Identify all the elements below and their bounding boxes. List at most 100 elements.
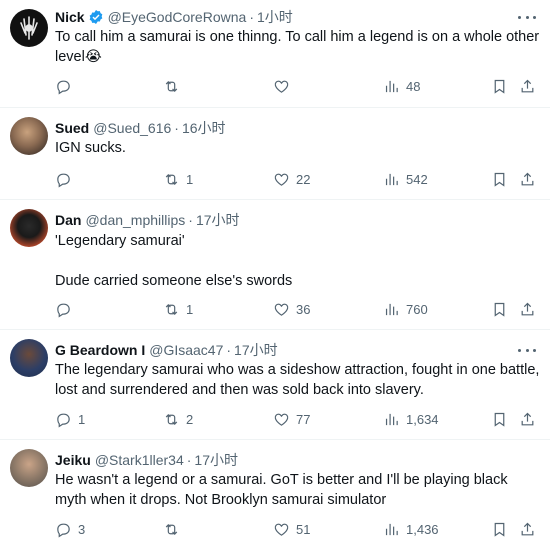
reply-icon <box>55 411 72 428</box>
reply-button[interactable] <box>55 299 78 319</box>
heart-icon <box>273 301 290 318</box>
like-button[interactable]: 77 <box>273 409 310 429</box>
tweet[interactable]: Sued @Sued_616 · 16小时 IGN sucks. 1 22 54… <box>0 108 550 200</box>
verified-badge-icon <box>89 10 102 24</box>
avatar[interactable] <box>10 117 48 155</box>
retweet-icon <box>163 521 180 538</box>
retweet-count: 1 <box>186 171 194 187</box>
like-button[interactable]: 51 <box>273 519 310 539</box>
views-button[interactable]: 1,634 <box>383 409 439 429</box>
reply-feed: Nick @EyeGodCoreRowna · 1小时 To call him … <box>0 0 550 555</box>
share-icon <box>519 301 536 318</box>
separator-dot: · <box>226 342 232 358</box>
bookmark-button[interactable] <box>491 299 508 319</box>
reply-icon <box>55 301 72 318</box>
timestamp[interactable]: 17小时 <box>194 450 238 470</box>
tweet-text: To call him a samurai is one thinng. To … <box>55 29 544 65</box>
author-name[interactable]: Jeiku <box>55 452 91 468</box>
bookmark-button[interactable] <box>491 409 508 429</box>
tweet[interactable]: Nick @EyeGodCoreRowna · 1小时 To call him … <box>0 0 550 108</box>
avatar[interactable] <box>10 209 48 247</box>
author-handle[interactable]: @Stark1ller34 <box>95 452 184 468</box>
tweet-actions: 1 22 542 <box>55 169 535 189</box>
share-button[interactable] <box>519 519 536 539</box>
author-name[interactable]: Nick <box>55 9 85 25</box>
timestamp[interactable]: 16小时 <box>182 118 226 138</box>
retweet-icon <box>163 411 180 428</box>
tweet-text: 'Legendary samurai' Dude carried someone… <box>55 233 293 289</box>
author-name[interactable]: Dan <box>55 212 81 228</box>
share-icon <box>519 171 536 188</box>
separator-dot: · <box>186 452 192 468</box>
like-count: 51 <box>296 521 311 537</box>
retweet-button[interactable]: 2 <box>163 409 193 429</box>
heart-icon <box>273 171 290 188</box>
views-button[interactable]: 48 <box>383 76 420 96</box>
more-options-icon[interactable] <box>518 8 536 26</box>
bookmark-icon <box>491 78 508 95</box>
bookmark-icon <box>491 301 508 318</box>
reply-icon <box>55 171 72 188</box>
tweet-actions: 1 2 77 1,634 <box>55 409 535 429</box>
author-name[interactable]: Sued <box>55 120 89 136</box>
view-count: 542 <box>406 171 428 187</box>
heart-icon <box>273 411 290 428</box>
views-button[interactable]: 542 <box>383 169 428 189</box>
avatar[interactable] <box>10 449 48 487</box>
reply-button[interactable] <box>55 169 78 189</box>
like-count: 77 <box>296 411 311 427</box>
retweet-icon <box>163 301 180 318</box>
tweet-header: Jeiku @Stark1ller34 · 17小时 <box>55 450 238 470</box>
view-count: 760 <box>406 301 428 317</box>
bookmark-button[interactable] <box>491 169 508 189</box>
separator-dot: · <box>249 9 254 25</box>
retweet-button[interactable] <box>163 519 186 539</box>
timestamp[interactable]: 17小时 <box>234 340 278 360</box>
views-button[interactable]: 760 <box>383 299 428 319</box>
author-handle[interactable]: @dan_mphillips <box>85 212 185 228</box>
retweet-icon <box>163 171 180 188</box>
tweet-header: Sued @Sued_616 · 16小时 <box>55 118 226 138</box>
tweet-header: Nick @EyeGodCoreRowna · 1小时 <box>55 7 293 27</box>
author-handle[interactable]: @GIsaac47 <box>149 342 223 358</box>
avatar[interactable] <box>10 9 48 47</box>
heart-icon <box>273 521 290 538</box>
tweet-actions: 3 51 1,436 <box>55 519 535 539</box>
share-icon <box>519 411 536 428</box>
share-button[interactable] <box>519 169 536 189</box>
views-button[interactable]: 1,436 <box>383 519 439 539</box>
share-button[interactable] <box>519 299 536 319</box>
author-name[interactable]: G Beardown I <box>55 342 145 358</box>
more-options-icon[interactable] <box>518 341 536 359</box>
reply-button[interactable]: 3 <box>55 519 85 539</box>
tweet-text: IGN sucks. <box>55 140 126 156</box>
share-icon <box>519 78 536 95</box>
like-button[interactable] <box>273 76 296 96</box>
author-handle[interactable]: @Sued_616 <box>93 120 171 136</box>
share-button[interactable] <box>519 409 536 429</box>
bookmark-button[interactable] <box>491 76 508 96</box>
share-button[interactable] <box>519 76 536 96</box>
retweet-button[interactable]: 1 <box>163 169 193 189</box>
reply-button[interactable]: 1 <box>55 409 85 429</box>
heart-icon <box>273 78 290 95</box>
like-button[interactable]: 22 <box>273 169 310 189</box>
timestamp[interactable]: 1小时 <box>257 7 293 27</box>
reply-button[interactable] <box>55 76 78 96</box>
timestamp[interactable]: 17小时 <box>196 210 240 230</box>
retweet-button[interactable] <box>163 76 186 96</box>
bookmark-button[interactable] <box>491 519 508 539</box>
author-handle[interactable]: @EyeGodCoreRowna <box>108 9 247 25</box>
tweet-actions: 48 <box>55 76 535 96</box>
reply-icon <box>55 78 72 95</box>
tweet[interactable]: G Beardown I @GIsaac47 · 17小时 The legend… <box>0 330 550 440</box>
bar-chart-icon <box>383 171 400 188</box>
separator-dot: · <box>174 120 179 136</box>
tweet[interactable]: Jeiku @Stark1ller34 · 17小时 He wasn't a l… <box>0 440 550 555</box>
avatar[interactable] <box>10 339 48 377</box>
view-count: 1,634 <box>406 411 439 427</box>
bar-chart-icon <box>383 78 400 95</box>
like-button[interactable]: 36 <box>273 299 310 319</box>
retweet-button[interactable]: 1 <box>163 299 193 319</box>
tweet[interactable]: Dan @dan_mphillips · 17小时 'Legendary sam… <box>0 200 550 330</box>
